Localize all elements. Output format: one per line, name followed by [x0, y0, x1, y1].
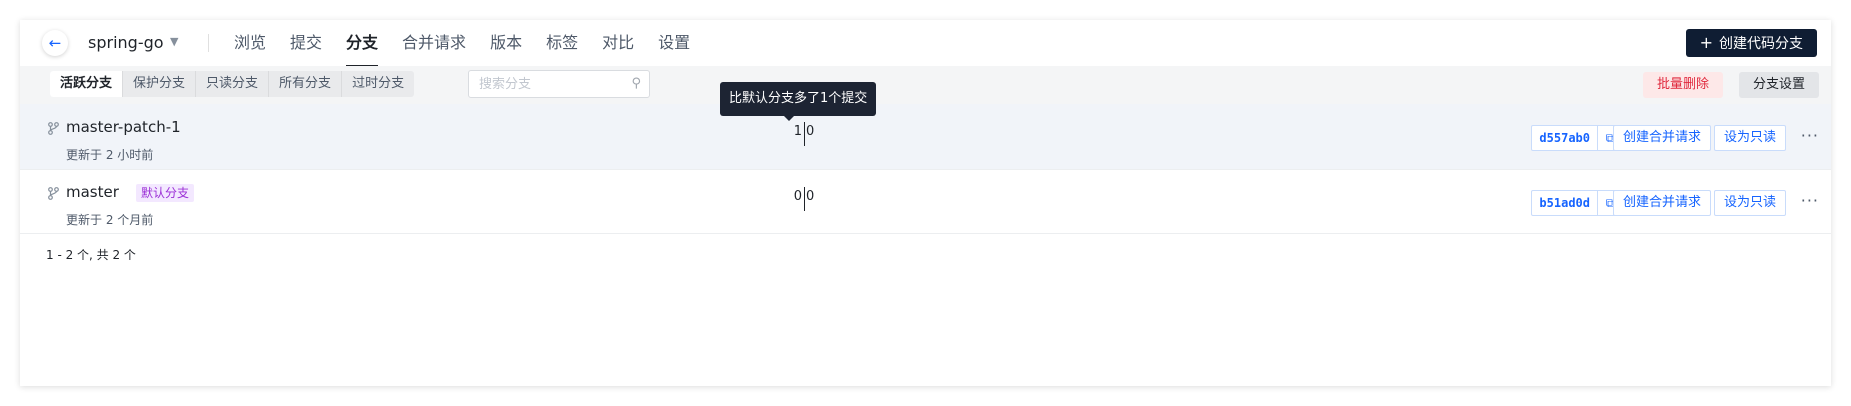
- filter-stale[interactable]: 过时分支: [342, 71, 414, 97]
- ahead-count: 0: [806, 124, 815, 139]
- chevron-down-icon[interactable]: ▼: [170, 35, 178, 48]
- arrow-left-icon: ←: [48, 34, 62, 52]
- filter-readonly[interactable]: 只读分支: [196, 71, 270, 97]
- updated-time: 更新于 2 小时前: [66, 148, 154, 162]
- divergence-indicator[interactable]: 1 0: [780, 122, 830, 150]
- updated-time: 更新于 2 个月前: [66, 213, 154, 227]
- search-input[interactable]: [469, 71, 629, 97]
- divergence-tooltip: 比默认分支多了1个提交: [720, 82, 877, 121]
- create-merge-request-button[interactable]: 创建合并请求: [1612, 125, 1711, 151]
- filter-bar: 活跃分支 保护分支 只读分支 所有分支 过时分支 ⚲ 批量删除 分支设置: [20, 66, 1831, 105]
- search-icon[interactable]: ⚲: [631, 76, 641, 91]
- commit-sha-group: b51ad0d ⧉: [1531, 190, 1623, 216]
- tab-tags[interactable]: 标签: [546, 20, 578, 66]
- branch-row: master-patch-1 更新于 2 小时前 1 0 d557ab0 ⧉ 创…: [20, 104, 1831, 170]
- set-readonly-button[interactable]: 设为只读: [1713, 125, 1786, 151]
- branches-panel: ← spring-go ▼ 浏览 提交 分支 合并请求 版本 标签 对比 设置 …: [20, 20, 1831, 386]
- filter-protected[interactable]: 保护分支: [123, 71, 197, 97]
- tab-branches[interactable]: 分支: [346, 20, 379, 67]
- git-branch-icon: [48, 187, 59, 200]
- default-branch-badge: 默认分支: [136, 184, 195, 202]
- plus-icon: +: [1699, 33, 1713, 52]
- tab-releases[interactable]: 版本: [490, 20, 522, 66]
- repo-header: ← spring-go ▼ 浏览 提交 分支 合并请求 版本 标签 对比 设置 …: [20, 20, 1831, 67]
- branch-settings-button[interactable]: 分支设置: [1738, 72, 1819, 98]
- set-readonly-button[interactable]: 设为只读: [1713, 190, 1786, 216]
- search-box: ⚲: [468, 70, 650, 98]
- tab-compare[interactable]: 对比: [602, 20, 634, 66]
- more-icon[interactable]: ···: [1801, 126, 1819, 145]
- commit-sha-link[interactable]: d557ab0: [1532, 126, 1598, 150]
- branch-row: master 默认分支 更新于 2 个月前 0 0 b51ad0d ⧉ 创建合并…: [20, 169, 1831, 234]
- branch-filter-tabs: 活跃分支 保护分支 只读分支 所有分支 过时分支: [50, 71, 415, 97]
- create-branch-button[interactable]: + 创建代码分支: [1685, 29, 1817, 57]
- divergence-indicator[interactable]: 0 0: [780, 187, 830, 215]
- branch-name-link[interactable]: master-patch-1: [66, 118, 181, 136]
- behind-count: 1: [793, 124, 802, 139]
- more-icon[interactable]: ···: [1801, 191, 1819, 210]
- tab-settings[interactable]: 设置: [658, 20, 690, 66]
- create-branch-label: 创建代码分支: [1719, 36, 1803, 52]
- bulk-delete-button[interactable]: 批量删除: [1642, 72, 1723, 98]
- create-merge-request-button[interactable]: 创建合并请求: [1612, 190, 1711, 216]
- divergence-bar: [804, 187, 805, 211]
- repo-nav: 浏览 提交 分支 合并请求 版本 标签 对比 设置: [234, 20, 714, 67]
- git-branch-icon: [48, 122, 59, 135]
- ahead-count: 0: [806, 189, 815, 204]
- branch-name-link[interactable]: master: [66, 183, 119, 201]
- behind-count: 0: [793, 189, 802, 204]
- tab-commits[interactable]: 提交: [290, 20, 322, 66]
- back-button[interactable]: ←: [42, 30, 68, 56]
- repo-name[interactable]: spring-go: [88, 33, 164, 52]
- divergence-bar: [804, 122, 805, 146]
- tab-merge-requests[interactable]: 合并请求: [402, 20, 466, 66]
- divider: [208, 34, 209, 52]
- commit-sha-group: d557ab0 ⧉: [1531, 125, 1623, 151]
- filter-all[interactable]: 所有分支: [269, 71, 343, 97]
- filter-active[interactable]: 活跃分支: [50, 71, 124, 97]
- pagination-summary: 1 - 2 个, 共 2 个: [46, 248, 136, 262]
- commit-sha-link[interactable]: b51ad0d: [1532, 191, 1598, 215]
- tab-browse[interactable]: 浏览: [234, 20, 266, 66]
